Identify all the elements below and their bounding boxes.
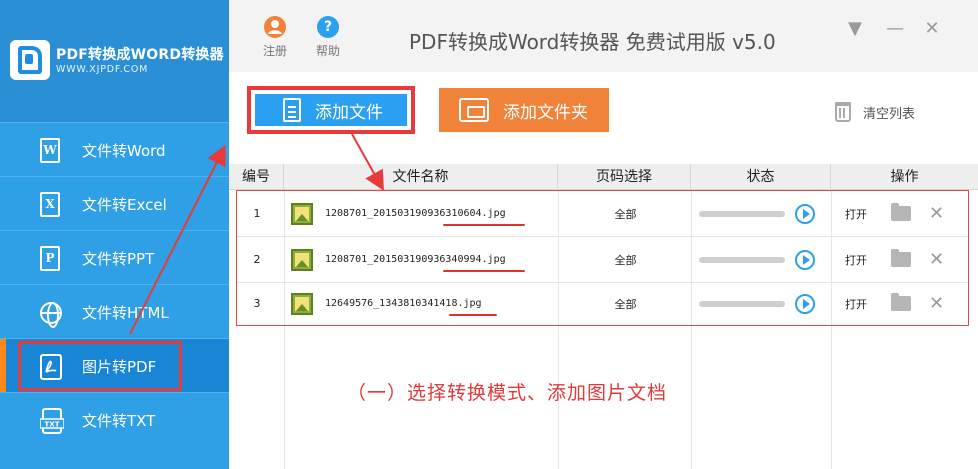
table-header: 编号 文件名称 页码选择 状态 操作 — [229, 164, 978, 190]
file-list-highlight-box: 1 1208701_201503190936310604.jpg 全部 打开 ✕… — [236, 190, 969, 326]
sidebar-item-image-to-pdf[interactable]: 图片转PDF — [0, 338, 229, 393]
active-indicator — [0, 339, 6, 393]
title-bar: 注册 ? 帮助 PDF转换成Word转换器 免费试用版 v5.0 ▼ — ✕ — [229, 0, 978, 72]
sidebar-item-label: 图片转PDF — [82, 358, 157, 376]
filename-cell: 1208701_201503190936310604.jpg — [291, 191, 561, 236]
register-button[interactable]: 注册 — [257, 16, 293, 59]
trash-icon — [835, 102, 851, 122]
open-button[interactable]: 打开 — [845, 281, 885, 326]
sidebar-item-html[interactable]: 文件转HTML — [0, 284, 229, 338]
status-cell — [699, 281, 839, 326]
globe-icon — [40, 300, 64, 328]
sidebar-item-label: 文件转Word — [82, 142, 166, 160]
clear-list-button[interactable]: 清空列表 — [835, 102, 915, 122]
excel-doc-icon: X — [40, 192, 64, 218]
sidebar-item-excel[interactable]: X 文件转Excel — [0, 176, 229, 230]
ppt-doc-icon: P — [40, 246, 64, 272]
image-thumbnail-icon — [291, 202, 313, 225]
table-row[interactable]: 2 1208701_201503190936340994.jpg 全部 打开 ✕ — [237, 237, 968, 282]
pages-cell: 全部 — [614, 297, 637, 311]
app-title: PDF转换成Word转换器 免费试用版 v5.0 — [409, 30, 776, 54]
user-icon — [264, 16, 286, 38]
annotation-underline — [443, 224, 525, 226]
table-row[interactable]: 1 1208701_201503190936310604.jpg 全部 打开 ✕ — [237, 191, 968, 236]
progress-bar — [699, 210, 785, 217]
brand-header: PDF转换成WORD转换器 WWW.XJPDF.COM — [0, 0, 229, 122]
open-button[interactable]: 打开 — [845, 237, 885, 282]
play-icon[interactable] — [795, 293, 815, 314]
txt-doc-icon: TXT — [39, 408, 65, 434]
column-header-pages: 页码选择 — [558, 164, 691, 190]
image-thumbnail-icon — [291, 292, 313, 315]
pdf-doc-icon — [40, 354, 64, 380]
progress-bar — [699, 300, 785, 307]
toolbar: 添加文件 添加文件夹 清空列表 — [229, 72, 978, 164]
menu-dropdown-icon[interactable]: ▼ — [844, 18, 866, 39]
register-label: 注册 — [262, 44, 287, 58]
open-button[interactable]: 打开 — [845, 191, 885, 236]
add-folder-button[interactable]: 添加文件夹 — [439, 88, 609, 132]
clear-list-label: 清空列表 — [863, 106, 916, 122]
remove-row-icon[interactable]: ✕ — [929, 281, 949, 326]
row-number: 1 — [253, 207, 261, 220]
filename-cell: 12649576_1343810341418.jpg — [291, 281, 561, 326]
instruction-caption: （一）选择转换模式、添加图片文档 — [347, 382, 668, 404]
sidebar-item-ppt[interactable]: P 文件转PPT — [0, 230, 229, 284]
pages-cell: 全部 — [614, 253, 637, 267]
sidebar-item-label: 文件转HTML — [82, 304, 169, 322]
filename-text: 1208701_201503190936340994.jpg — [325, 254, 525, 272]
row-number: 2 — [253, 253, 261, 266]
add-folder-label: 添加文件夹 — [503, 102, 588, 123]
help-label: 帮助 — [315, 44, 340, 58]
annotation-underline — [449, 314, 497, 316]
pages-cell: 全部 — [614, 207, 637, 221]
table-row[interactable]: 3 12649576_1343810341418.jpg 全部 打开 ✕ — [237, 281, 968, 326]
word-doc-icon: W — [40, 138, 64, 164]
play-icon[interactable] — [795, 249, 815, 270]
status-cell — [699, 237, 839, 282]
remove-row-icon[interactable]: ✕ — [929, 237, 949, 282]
brand-title: PDF转换成WORD转换器 — [56, 47, 224, 63]
file-icon — [283, 98, 301, 122]
add-file-button[interactable]: 添加文件 — [247, 86, 415, 134]
sidebar-item-label: 文件转Excel — [82, 196, 167, 214]
status-cell — [699, 191, 839, 236]
sidebar: PDF转换成WORD转换器 WWW.XJPDF.COM W 文件转Word X … — [0, 0, 229, 469]
filename-text: 1208701_201503190936310604.jpg — [325, 208, 525, 226]
close-icon[interactable]: ✕ — [921, 18, 943, 39]
column-header-actions: 操作 — [890, 169, 919, 185]
minimize-icon[interactable]: — — [884, 18, 906, 39]
filename-cell: 1208701_201503190936340994.jpg — [291, 237, 561, 282]
file-table: 编号 文件名称 页码选择 状态 操作 1 1208701_20150319093… — [229, 164, 978, 469]
column-header-status: 状态 — [691, 164, 831, 190]
column-header-number: 编号 — [229, 164, 284, 190]
sidebar-item-label: 文件转TXT — [82, 412, 156, 430]
open-folder-icon[interactable] — [891, 191, 915, 236]
column-header-filename: 文件名称 — [284, 164, 558, 190]
app-logo-icon — [10, 40, 50, 80]
annotation-underline — [443, 270, 525, 272]
progress-bar — [699, 256, 785, 263]
play-icon[interactable] — [795, 203, 815, 224]
sidebar-item-label: 文件转PPT — [82, 250, 155, 268]
open-folder-icon[interactable] — [891, 237, 915, 282]
sidebar-menu: W 文件转Word X 文件转Excel P 文件转PPT 文件转HTML 图片… — [0, 122, 229, 446]
sidebar-item-word[interactable]: W 文件转Word — [0, 122, 229, 176]
image-thumbnail-icon — [291, 248, 313, 271]
help-icon: ? — [317, 16, 339, 38]
open-folder-icon[interactable] — [891, 281, 915, 326]
remove-row-icon[interactable]: ✕ — [929, 191, 949, 236]
sidebar-item-txt[interactable]: TXT 文件转TXT — [0, 392, 229, 446]
svg-text:TXT: TXT — [45, 421, 60, 429]
help-button[interactable]: ? 帮助 — [310, 16, 346, 59]
brand-url: WWW.XJPDF.COM — [56, 64, 149, 75]
add-file-label: 添加文件 — [315, 102, 383, 123]
folder-icon — [459, 98, 489, 122]
filename-text: 12649576_1343810341418.jpg — [325, 298, 497, 316]
row-number: 3 — [253, 297, 261, 310]
